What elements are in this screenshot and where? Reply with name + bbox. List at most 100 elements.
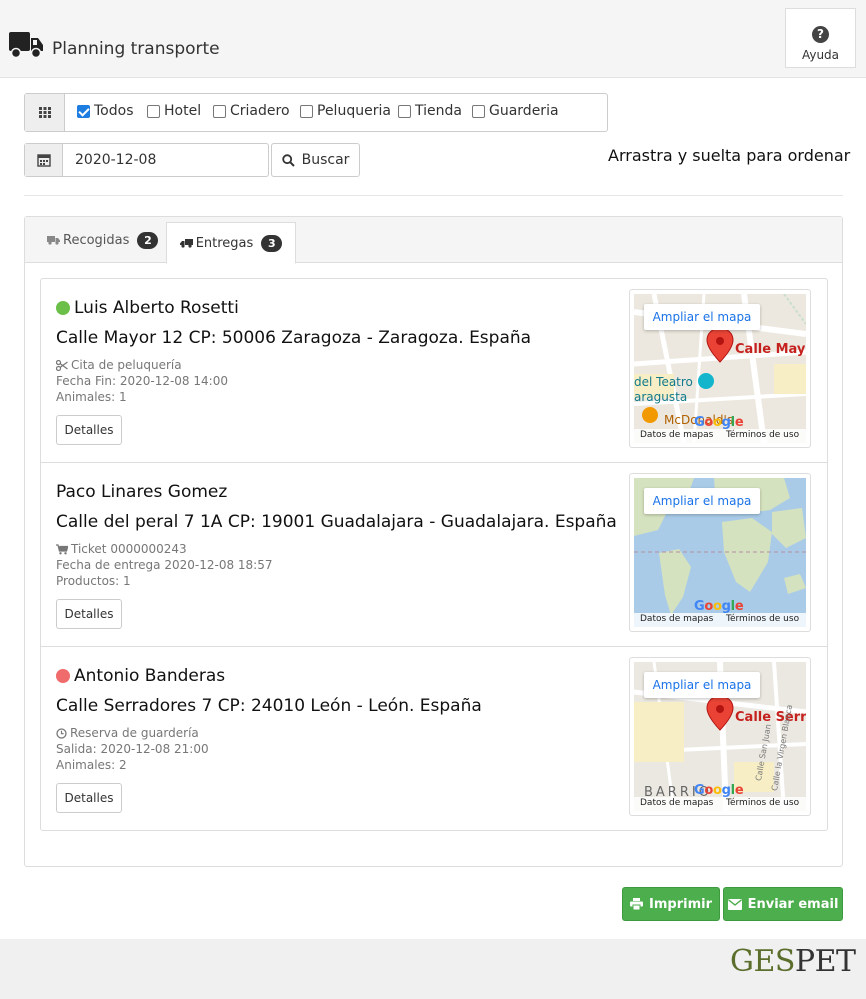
search-icon	[281, 153, 295, 167]
map-footer: Datos de mapas Términos de uso	[634, 429, 806, 443]
print-button-label: Imprimir	[649, 896, 712, 912]
drag-hint: Arrastra y suelta para ordenar	[608, 146, 851, 165]
list-item[interactable]: Paco Linares Gomez Calle del peral 7 1A …	[41, 463, 827, 647]
tab-recogidas[interactable]: Recogidas 2	[47, 217, 159, 263]
google-logo: Google	[694, 599, 744, 614]
filter-label: Tienda	[415, 103, 462, 119]
list-item[interactable]: Luis Alberto Rosetti Calle Mayor 12 CP: …	[41, 279, 827, 463]
filter-todos[interactable]: Todos	[77, 103, 133, 119]
expand-map-button[interactable]: Ampliar el mapa	[644, 488, 760, 514]
item-meta: Ticket 0000000243 Fecha de entrega 2020-…	[56, 541, 272, 589]
map-thumbnail[interactable]: Ampliar el mapa Calle Serrad BARRIO Call…	[629, 657, 811, 816]
search-button-label: Buscar	[301, 152, 350, 168]
map-pin-label: Calle Mayor	[735, 342, 806, 357]
client-name: Luis Alberto Rosetti	[56, 298, 239, 318]
send-email-button-label: Enviar email	[747, 896, 839, 912]
truck-icon	[47, 236, 60, 245]
checkbox-tienda[interactable]	[398, 104, 411, 118]
details-button[interactable]: Detalles	[56, 783, 122, 813]
map-poi: aragusta	[634, 390, 688, 404]
checkbox-hotel[interactable]	[147, 104, 160, 118]
print-icon	[630, 898, 644, 910]
envelope-icon	[727, 898, 742, 910]
search-button[interactable]: Buscar	[271, 143, 360, 177]
checkbox-peluqueria[interactable]	[300, 104, 313, 118]
category-filter-bar: Todos Hotel Criadero Peluqueria Tienda G…	[24, 93, 608, 132]
map-data-link[interactable]: Datos de mapas	[640, 614, 713, 624]
truck-icon	[179, 239, 193, 248]
filter-tienda[interactable]: Tienda	[398, 103, 462, 119]
tab-label: Recogidas	[63, 232, 130, 248]
clock-icon	[56, 727, 67, 739]
filter-peluqueria[interactable]: Peluqueria	[300, 103, 391, 119]
map-thumbnail[interactable]: Ampliar el mapa Google Datos de mapas Té…	[629, 473, 811, 632]
map-footer: Datos de mapas Términos de uso	[634, 613, 806, 627]
app-header: Planning transporte ? Ayuda	[0, 0, 866, 78]
filter-label: Hotel	[164, 103, 202, 119]
tab-entregas[interactable]: Entregas 3	[166, 222, 296, 264]
gespet-logo: GESPET	[730, 944, 856, 979]
help-button-label: Ayuda	[801, 48, 840, 62]
google-logo: Google	[694, 415, 744, 430]
calendar-icon	[25, 144, 63, 176]
scissors-icon	[56, 359, 68, 371]
meta-date: Salida: 2020-12-08 21:00	[56, 742, 209, 756]
filter-label: Peluqueria	[317, 103, 391, 119]
map-pin-label: Calle Serrad	[735, 710, 806, 725]
send-email-button[interactable]: Enviar email	[723, 887, 843, 921]
delivery-list: Luis Alberto Rosetti Calle Mayor 12 CP: …	[40, 278, 828, 831]
checkbox-todos[interactable]	[77, 104, 90, 118]
expand-map-button[interactable]: Ampliar el mapa	[644, 304, 760, 330]
page-footer: GESPET	[0, 939, 866, 999]
filter-criadero[interactable]: Criadero	[213, 103, 290, 119]
client-address: Calle Serradores 7 CP: 24010 León - León…	[56, 696, 482, 716]
expand-map-button[interactable]: Ampliar el mapa	[644, 672, 760, 698]
meta-type: Reserva de guardería	[70, 726, 199, 740]
map-view[interactable]: Ampliar el mapa Google Datos de mapas Té…	[634, 478, 806, 627]
count-badge: 2	[137, 231, 159, 249]
date-field[interactable]: 2020-12-08	[24, 143, 269, 177]
checkbox-criadero[interactable]	[213, 104, 226, 118]
map-view[interactable]: Ampliar el mapa Calle Mayor del Teatro a…	[634, 294, 806, 443]
grid-icon	[25, 94, 65, 131]
client-name-text: Luis Alberto Rosetti	[74, 298, 239, 318]
client-address: Calle del peral 7 1A CP: 19001 Guadalaja…	[56, 512, 617, 532]
filter-hotel[interactable]: Hotel	[147, 103, 201, 119]
list-item[interactable]: Antonio Banderas Calle Serradores 7 CP: …	[41, 647, 827, 831]
meta-date: Fecha Fin: 2020-12-08 14:00	[56, 374, 228, 388]
checkbox-guarderia[interactable]	[472, 104, 485, 118]
details-button[interactable]: Detalles	[56, 415, 122, 445]
date-input[interactable]: 2020-12-08	[75, 152, 156, 168]
status-dot	[56, 669, 70, 683]
help-button[interactable]: ? Ayuda	[785, 8, 856, 68]
truck-icon	[9, 32, 43, 59]
client-address: Calle Mayor 12 CP: 50006 Zaragoza - Zara…	[56, 328, 532, 348]
map-data-link[interactable]: Datos de mapas	[640, 798, 713, 808]
divider	[24, 195, 843, 196]
meta-count: Animales: 1	[56, 390, 127, 404]
meta-date: Fecha de entrega 2020-12-08 18:57	[56, 558, 273, 572]
meta-count: Productos: 1	[56, 574, 131, 588]
meta-count: Animales: 2	[56, 758, 127, 772]
map-view[interactable]: Ampliar el mapa Calle Serrad BARRIO Call…	[634, 662, 806, 811]
client-name-text: Antonio Banderas	[74, 666, 226, 686]
meta-type: Cita de peluquería	[71, 358, 182, 372]
map-terms-link[interactable]: Términos de uso	[726, 798, 799, 808]
cart-icon	[56, 543, 68, 554]
map-terms-link[interactable]: Términos de uso	[726, 614, 799, 624]
map-data-link[interactable]: Datos de mapas	[640, 430, 713, 440]
tab-label: Entregas	[195, 235, 254, 251]
print-button[interactable]: Imprimir	[622, 887, 720, 921]
details-button[interactable]: Detalles	[56, 599, 122, 629]
transport-panel: Recogidas 2 Entregas 3 Luis Alberto Rose…	[24, 216, 843, 867]
item-meta: Reserva de guardería Salida: 2020-12-08 …	[56, 725, 209, 773]
map-footer: Datos de mapas Términos de uso	[634, 797, 806, 811]
map-thumbnail[interactable]: Ampliar el mapa Calle Mayor del Teatro a…	[629, 289, 811, 448]
map-terms-link[interactable]: Términos de uso	[726, 430, 799, 440]
client-name: Antonio Banderas	[56, 666, 225, 686]
filter-guarderia[interactable]: Guarderia	[472, 103, 559, 119]
filter-label: Criadero	[230, 103, 290, 119]
meta-type: Ticket 0000000243	[71, 542, 187, 556]
status-dot	[56, 301, 70, 315]
client-name-text: Paco Linares Gomez	[56, 482, 228, 502]
